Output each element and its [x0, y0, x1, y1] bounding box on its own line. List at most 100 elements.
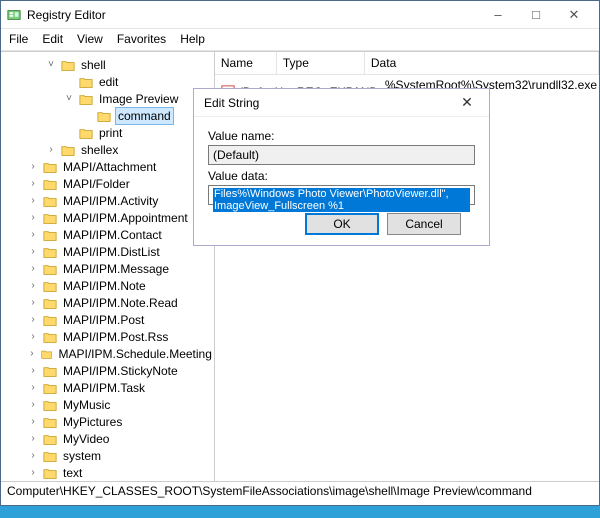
tree-item-label: text: [61, 465, 84, 481]
tree-item[interactable]: › MAPI/IPM.DistList: [5, 243, 214, 260]
value-data-field[interactable]: Files%\Windows Photo Viewer\PhotoViewer.…: [208, 185, 475, 205]
expand-toggle-icon[interactable]: ›: [27, 227, 39, 243]
tree-item[interactable]: ›MyMusic: [5, 396, 214, 413]
tree-item[interactable]: › MAPI/IPM.Post: [5, 311, 214, 328]
expand-toggle-icon[interactable]: ›: [27, 295, 39, 311]
tree-item-label: MyVideo: [61, 431, 111, 447]
status-bar: Computer\HKEY_CLASSES_ROOT\SystemFileAss…: [1, 481, 599, 501]
expand-toggle-icon[interactable]: ›: [27, 312, 39, 328]
expand-toggle-icon[interactable]: ›: [45, 142, 57, 158]
close-button[interactable]: ✕: [555, 2, 593, 28]
folder-icon: [43, 212, 57, 224]
tree-item[interactable]: edit: [5, 73, 214, 90]
expand-toggle-icon[interactable]: ˅: [45, 57, 57, 73]
tree-item-label: MAPI/Folder: [61, 176, 132, 192]
expand-toggle-icon[interactable]: ›: [27, 363, 39, 379]
tree-item[interactable]: › MAPI/IPM.Note.Read: [5, 294, 214, 311]
minimize-button[interactable]: –: [479, 2, 517, 28]
tree-item-label: shell: [79, 57, 108, 73]
ok-button[interactable]: OK: [305, 213, 379, 235]
folder-icon: [43, 195, 57, 207]
expand-toggle-icon[interactable]: ›: [27, 176, 39, 192]
expand-toggle-icon[interactable]: ›: [27, 448, 39, 464]
expand-toggle-icon[interactable]: ›: [27, 159, 39, 175]
title-bar: Registry Editor – □ ✕: [1, 1, 599, 29]
tree-item[interactable]: ›MAPI/IPM.Activity: [5, 192, 214, 209]
folder-icon: [43, 314, 57, 326]
close-icon[interactable]: ✕: [455, 94, 479, 111]
tree-item[interactable]: › MAPI/IPM.Appointment: [5, 209, 214, 226]
tree-item[interactable]: ˅Image Preview: [5, 90, 214, 107]
tree-item-label: MAPI/IPM.StickyNote: [61, 363, 180, 379]
tree-item[interactable]: ›system: [5, 447, 214, 464]
expand-toggle-icon[interactable]: ›: [27, 193, 39, 209]
col-header-data[interactable]: Data: [365, 52, 599, 74]
folder-icon: [61, 144, 75, 156]
expand-toggle-icon[interactable]: ›: [27, 380, 39, 396]
expand-toggle-icon[interactable]: ›: [27, 397, 39, 413]
tree-item-label: MAPI/IPM.Contact: [61, 227, 164, 243]
expand-toggle-icon[interactable]: ›: [27, 431, 39, 447]
dialog-body: Value name: (Default) Value data: Files%…: [194, 117, 489, 243]
tree-item-label: print: [97, 125, 124, 141]
folder-icon: [43, 399, 57, 411]
folder-icon: [43, 263, 57, 275]
folder-icon: [79, 76, 93, 88]
expand-toggle-icon[interactable]: ›: [27, 244, 39, 260]
cancel-button[interactable]: Cancel: [387, 213, 461, 235]
expand-toggle-icon[interactable]: ›: [27, 414, 39, 430]
tree-item[interactable]: › MAPI/Folder: [5, 175, 214, 192]
list-header: Name Type Data: [215, 52, 599, 75]
menu-edit[interactable]: Edit: [42, 32, 63, 46]
tree-item[interactable]: ›MyPictures: [5, 413, 214, 430]
tree-item[interactable]: ›MAPI/Attachment: [5, 158, 214, 175]
tree-item-label: MAPI/IPM.DistList: [61, 244, 162, 260]
tree-item[interactable]: › shellex: [5, 141, 214, 158]
expand-toggle-icon[interactable]: ›: [27, 210, 39, 226]
folder-icon: [97, 110, 111, 122]
menu-favorites[interactable]: Favorites: [117, 32, 166, 46]
col-header-type[interactable]: Type: [277, 52, 365, 74]
folder-icon: [43, 467, 57, 479]
folder-icon: [79, 127, 93, 139]
tree-item[interactable]: › MAPI/IPM.Post.Rss: [5, 328, 214, 345]
expand-toggle-icon[interactable]: ›: [27, 346, 37, 362]
folder-icon: [79, 93, 93, 105]
folder-icon: [43, 161, 57, 173]
tree-item-label: command: [115, 107, 174, 125]
value-name-field[interactable]: (Default): [208, 145, 475, 165]
menu-bar: File Edit View Favorites Help: [1, 29, 599, 51]
tree-item[interactable]: ˅ shell: [5, 56, 214, 73]
tree-item-label: MAPI/IPM.Appointment: [61, 210, 190, 226]
tree-item[interactable]: › text: [5, 464, 214, 481]
tree-item[interactable]: › MAPI/IPM.Note: [5, 277, 214, 294]
tree-item[interactable]: ›MAPI/IPM.Message: [5, 260, 214, 277]
value-name-label: Value name:: [208, 129, 475, 143]
tree-item-label: MAPI/IPM.Post.Rss: [61, 329, 170, 345]
tree-item-label: MAPI/IPM.Note: [61, 278, 148, 294]
tree-item[interactable]: › MyVideo: [5, 430, 214, 447]
col-header-name[interactable]: Name: [215, 52, 277, 74]
tree-item[interactable]: ›MAPI/IPM.Schedule.Meeting: [5, 345, 214, 362]
expand-toggle-icon[interactable]: ›: [27, 261, 39, 277]
tree-item[interactable]: ›MAPI/IPM.Task: [5, 379, 214, 396]
expand-toggle-icon[interactable]: ›: [27, 278, 39, 294]
tree-item-label: MAPI/IPM.Note.Read: [61, 295, 180, 311]
tree-item-label: shellex: [79, 142, 120, 158]
maximize-button[interactable]: □: [517, 2, 555, 28]
tree-item[interactable]: print: [5, 124, 214, 141]
expand-toggle-icon[interactable]: ˅: [63, 91, 75, 107]
tree-item[interactable]: command: [5, 107, 214, 124]
menu-help[interactable]: Help: [180, 32, 205, 46]
tree-item-label: MAPI/IPM.Post: [61, 312, 146, 328]
menu-file[interactable]: File: [9, 32, 28, 46]
expand-toggle-icon[interactable]: ›: [27, 465, 39, 481]
tree-pane[interactable]: ˅ shelledit˅Image Previewcommandprint › she…: [1, 52, 215, 481]
tree-item[interactable]: › MAPI/IPM.Contact: [5, 226, 214, 243]
tree-item[interactable]: › MAPI/IPM.StickyNote: [5, 362, 214, 379]
expand-toggle-icon[interactable]: ›: [27, 329, 39, 345]
folder-icon: [61, 59, 75, 71]
selected-text: Files%\Windows Photo Viewer\PhotoViewer.…: [213, 188, 470, 212]
menu-view[interactable]: View: [77, 32, 103, 46]
tree-item-label: edit: [97, 74, 120, 90]
